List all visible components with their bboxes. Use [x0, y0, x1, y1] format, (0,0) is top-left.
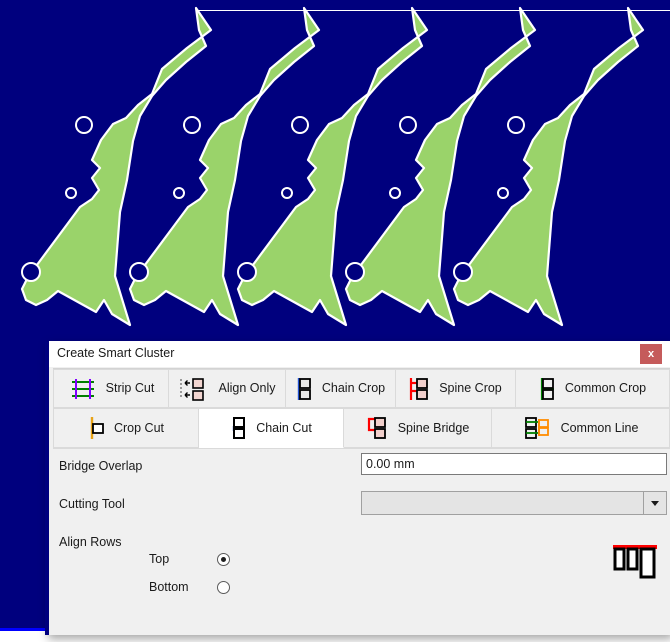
tab-common-line-label: Common Line [560, 420, 639, 435]
tab-chain-cut[interactable]: Chain Cut [199, 408, 344, 448]
align-rows-bottom-radio[interactable] [217, 580, 230, 594]
align-rows-label: Align Rows [59, 535, 122, 549]
tab-chain-crop-label: Chain Crop [321, 381, 386, 396]
align-rows-top-radio[interactable] [217, 552, 230, 566]
tab-spine-crop-label: Spine Crop [439, 381, 502, 396]
align-rows-top-label: Top [149, 552, 170, 566]
bridge-overlap-label: Bridge Overlap [59, 459, 143, 473]
align-only-icon [179, 377, 211, 401]
align-rows-top-option[interactable]: Top [149, 552, 230, 566]
cutting-tool-value [362, 492, 643, 514]
tab-chain-cut-label: Chain Cut [256, 420, 312, 435]
dialog-titlebar[interactable]: Create Smart Cluster x [49, 341, 670, 367]
crop-cut-icon [88, 416, 106, 440]
spine-bridge-icon [366, 416, 390, 440]
chevron-down-icon[interactable] [643, 492, 666, 514]
tab-chain-crop[interactable]: Chain Crop [286, 369, 396, 408]
dialog-title: Create Smart Cluster [57, 346, 175, 360]
cutting-tool-label: Cutting Tool [59, 497, 125, 511]
tab-row-1: Strip Cut Align Only Chain Crop Spine Cr… [53, 368, 670, 408]
cutting-tool-select[interactable] [361, 491, 667, 515]
strip-cut-icon [68, 378, 98, 400]
tab-strip-cut-label: Strip Cut [105, 381, 155, 396]
tab-common-line[interactable]: Common Line [492, 408, 670, 448]
spine-crop-icon [409, 377, 431, 401]
tab-row-2: Crop Cut Chain Cut Spine Bridge Common L… [53, 408, 670, 448]
tab-spine-crop[interactable]: Spine Crop [396, 369, 516, 408]
tab-spine-bridge[interactable]: Spine Bridge [344, 408, 492, 448]
create-smart-cluster-dialog: Create Smart Cluster x Strip Cut Align O… [45, 341, 670, 635]
close-icon[interactable]: x [640, 344, 662, 364]
common-crop-icon [539, 377, 557, 401]
align-rows-bottom-label: Bottom [149, 580, 189, 594]
tab-crop-cut-label: Crop Cut [113, 420, 165, 435]
cluster-mode-tabs: Strip Cut Align Only Chain Crop Spine Cr… [53, 368, 670, 448]
tab-crop-cut[interactable]: Crop Cut [53, 408, 199, 448]
tabs-underline [53, 448, 670, 449]
chain-crop-icon [296, 377, 314, 401]
tab-align-only-label: Align Only [218, 381, 276, 396]
tab-spine-bridge-label: Spine Bridge [397, 420, 470, 435]
tab-common-crop-label: Common Crop [564, 381, 647, 396]
common-line-icon [523, 416, 553, 440]
screen: Create Smart Cluster x Strip Cut Align O… [0, 0, 670, 642]
chain-cut-icon [230, 416, 248, 440]
bridge-overlap-input[interactable] [361, 453, 667, 475]
tab-common-crop[interactable]: Common Crop [516, 369, 670, 408]
align-rows-bottom-option[interactable]: Bottom [149, 580, 230, 594]
align-rows-top-preview-icon [610, 543, 660, 581]
tab-align-only[interactable]: Align Only [169, 369, 286, 408]
tab-strip-cut[interactable]: Strip Cut [53, 369, 169, 408]
